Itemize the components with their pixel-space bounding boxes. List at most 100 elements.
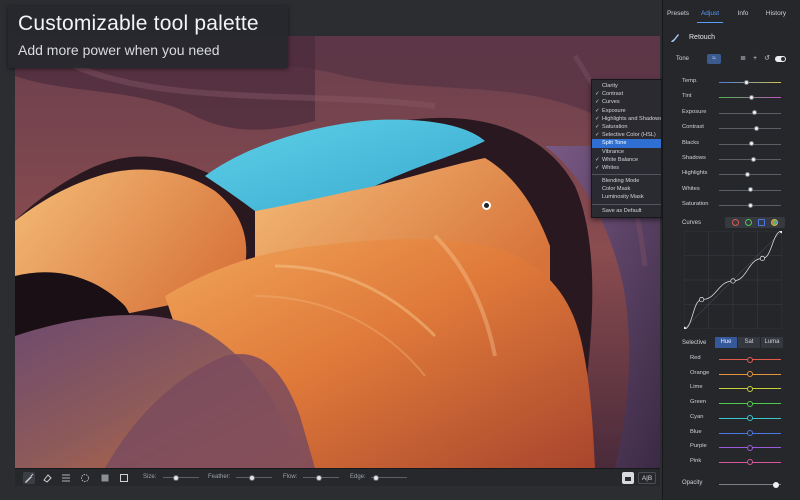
adjustment-slider-knob[interactable]: [753, 125, 759, 131]
color-slider-knob[interactable]: [747, 444, 753, 451]
color-slider[interactable]: [719, 430, 781, 436]
menu-item[interactable]: ✓ Curves: [592, 98, 661, 106]
lock-icon[interactable]: [622, 472, 634, 484]
enable-toggle[interactable]: [775, 56, 786, 62]
sat-mode-button[interactable]: Sat: [738, 337, 760, 348]
tab-info[interactable]: Info: [728, 4, 758, 24]
eraser-icon[interactable]: [41, 472, 53, 484]
tab-history[interactable]: History: [761, 4, 791, 24]
rgb-channel-icon[interactable]: [771, 219, 778, 226]
adjustment-slider-knob[interactable]: [752, 110, 758, 116]
color-slider[interactable]: [719, 400, 781, 407]
adjustment-slider[interactable]: [719, 110, 781, 116]
photo-canvas[interactable]: [15, 36, 660, 468]
adjustment-slider-knob[interactable]: [747, 187, 753, 193]
menu-item[interactable]: ✓ Whites: [592, 164, 661, 172]
menu-item[interactable]: ✓ Exposure: [592, 107, 661, 115]
menu-item[interactable]: ✓ White Balance: [592, 156, 661, 164]
opacity-slider[interactable]: [719, 481, 781, 488]
adjustment-slider-knob[interactable]: [751, 156, 757, 162]
color-slider-knob[interactable]: [747, 385, 753, 392]
adjustment-slider[interactable]: [719, 202, 781, 208]
color-slider[interactable]: [719, 444, 781, 451]
red-channel-icon[interactable]: [732, 219, 739, 226]
mask-icon[interactable]: [118, 472, 130, 484]
color-slider[interactable]: [719, 371, 781, 378]
adjustment-slider-knob[interactable]: [744, 79, 750, 85]
adjustment-slider[interactable]: [719, 79, 781, 85]
menu-item[interactable]: Color Mask: [592, 185, 661, 193]
color-slider[interactable]: [719, 459, 781, 466]
curve-control-point[interactable]: [730, 278, 736, 284]
adjustment-slider[interactable]: [719, 156, 781, 162]
tab-presets[interactable]: Presets: [663, 4, 693, 24]
menu-item[interactable]: ✓ Saturation: [592, 123, 661, 131]
menu-item-label: Color Mask: [602, 186, 631, 193]
flow-slider-knob[interactable]: [316, 474, 323, 481]
curves-graph[interactable]: [684, 231, 782, 329]
tab-adjust[interactable]: Adjust: [695, 4, 725, 24]
adjustment-slider-knob[interactable]: [748, 94, 754, 100]
menu-item[interactable]: Save as Default: [592, 207, 661, 215]
adjustment-label: Shadows: [682, 155, 706, 161]
size-slider-knob[interactable]: [172, 474, 179, 481]
color-slider-knob[interactable]: [747, 415, 753, 422]
menu-item[interactable]: Split Tone: [592, 139, 661, 148]
menu-item[interactable]: Vibrance: [592, 148, 661, 156]
menu-item[interactable]: Luminosity Mask: [592, 193, 661, 201]
adjust-sidebar: Presets Adjust Info History Retouch Tone…: [662, 0, 800, 500]
curve-control-point[interactable]: [699, 297, 705, 303]
color-slider-knob[interactable]: [747, 459, 753, 466]
feather-slider[interactable]: [236, 474, 272, 481]
menu-item[interactable]: Blending Mode: [592, 177, 661, 185]
menu-item-label: Vibrance: [602, 148, 624, 155]
edge-slider[interactable]: [371, 474, 407, 481]
color-slider[interactable]: [719, 415, 781, 422]
adjustment-slider-knob[interactable]: [747, 202, 753, 208]
edge-slider-knob[interactable]: [373, 474, 380, 481]
color-slider-knob[interactable]: [747, 371, 753, 378]
selective-header: Selective Hue Sat Luma: [663, 336, 800, 350]
checkmark-icon: ✓: [595, 132, 600, 139]
luma-mode-button[interactable]: Luma: [761, 337, 783, 348]
brush-icon[interactable]: [23, 472, 35, 484]
color-slider-knob[interactable]: [747, 356, 753, 363]
adjustment-slider-knob[interactable]: [745, 171, 751, 177]
color-label: Purple: [690, 443, 707, 450]
curve-control-point[interactable]: [759, 255, 765, 261]
retouch-row[interactable]: Retouch: [663, 30, 800, 48]
flow-slider[interactable]: [303, 474, 339, 481]
color-slider[interactable]: [719, 385, 781, 392]
add-icon[interactable]: +: [751, 54, 759, 64]
color-slider-knob[interactable]: [747, 430, 753, 436]
adjustment-slider[interactable]: [719, 125, 781, 131]
color-row: Pink: [663, 455, 800, 469]
tone-curve-icon[interactable]: ≈: [707, 54, 721, 64]
adjustment-slider[interactable]: [719, 171, 781, 177]
opacity-slider-knob[interactable]: [773, 481, 780, 488]
adjustment-slider[interactable]: [719, 94, 781, 100]
blue-channel-icon[interactable]: [758, 219, 765, 226]
menu-item-label: Highlights and Shadows: [602, 115, 661, 122]
menu-item[interactable]: ✓ Highlights and Shadows: [592, 115, 661, 123]
menu-item[interactable]: ✓ Selective Color (HSL): [592, 131, 661, 139]
size-slider[interactable]: [163, 474, 199, 481]
color-label: Blue: [690, 428, 702, 435]
adjustment-slider[interactable]: [719, 187, 781, 193]
adjustment-slider[interactable]: [719, 141, 781, 147]
radial-icon[interactable]: [79, 472, 91, 484]
compare-toggle[interactable]: A|B: [638, 472, 656, 484]
fill-icon[interactable]: [99, 472, 111, 484]
adjustment-row: Exposure: [663, 107, 800, 121]
green-channel-icon[interactable]: [745, 219, 752, 226]
reset-icon[interactable]: ↺: [763, 54, 771, 64]
color-slider[interactable]: [719, 356, 781, 363]
menu-item[interactable]: Clarity: [592, 82, 661, 90]
menu-item[interactable]: ✓ Contrast: [592, 90, 661, 98]
color-slider-knob[interactable]: [747, 400, 753, 407]
hue-mode-button[interactable]: Hue: [715, 337, 737, 348]
list-icon[interactable]: ≣: [739, 54, 747, 64]
adjustment-slider-knob[interactable]: [748, 141, 754, 147]
gradient-icon[interactable]: [60, 472, 72, 484]
feather-slider-knob[interactable]: [249, 474, 256, 481]
